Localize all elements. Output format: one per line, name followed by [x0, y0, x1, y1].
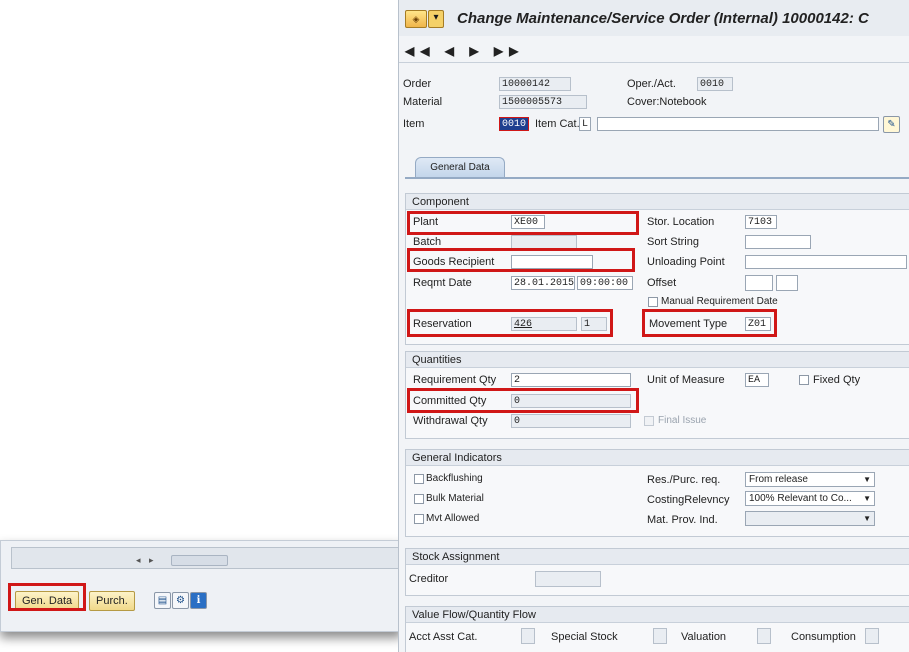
record-navigation[interactable]: ◀◀ ◀ ▶ ▶▶	[405, 44, 524, 58]
material-label: Material	[403, 96, 443, 108]
order-field: 10000142	[499, 77, 571, 91]
costing-relevancy-value: 100% Relevant to Co...	[749, 493, 852, 504]
batch-field	[511, 235, 577, 249]
plant-field[interactable]: XE00	[511, 215, 545, 229]
stock-assignment-title: Stock Assignment	[406, 549, 909, 565]
window-title: Change Maintenance/Service Order (Intern…	[457, 10, 869, 27]
final-issue-checkbox	[644, 416, 654, 426]
sort-string-label: Sort String	[647, 236, 699, 248]
mat-prov-dropdown[interactable]: ▼	[745, 511, 875, 526]
offset-field[interactable]	[745, 275, 773, 291]
info-icon[interactable]: i	[190, 592, 207, 609]
movement-type-label: Movement Type	[649, 318, 728, 330]
committed-qty-field: 0	[511, 394, 631, 408]
valuation-field	[757, 628, 771, 644]
committed-qty-label: Committed Qty	[413, 395, 487, 407]
purch-button[interactable]: Purch.	[89, 591, 135, 611]
chevron-down-icon: ▼	[863, 475, 871, 484]
fixed-qty-checkbox[interactable]	[799, 375, 809, 385]
manual-requirement-date-label: Manual Requirement Date	[661, 296, 778, 307]
requirement-qty-label: Requirement Qty	[413, 374, 497, 386]
unloading-point-label: Unloading Point	[647, 256, 725, 268]
item-text-field[interactable]	[597, 117, 879, 131]
manual-requirement-date-checkbox[interactable]	[648, 297, 658, 307]
unit-of-measure-field[interactable]: EA	[745, 373, 769, 387]
reservation-item-field: 1	[581, 317, 607, 331]
dropdown-icon[interactable]: ▾	[428, 10, 444, 28]
withdrawal-qty-label: Withdrawal Qty	[413, 415, 488, 427]
quantities-title: Quantities	[406, 352, 909, 368]
chevron-down-icon: ▼	[863, 514, 871, 523]
reqmt-time-field[interactable]: 09:00:00	[577, 276, 633, 290]
sort-string-field[interactable]	[745, 235, 811, 249]
acct-asst-cat-label: Acct Asst Cat.	[409, 631, 478, 643]
material-description: Cover:Notebook	[627, 96, 707, 108]
acct-asst-cat-field	[521, 628, 535, 644]
special-stock-field	[653, 628, 667, 644]
divider	[399, 62, 909, 63]
bulk-material-label: Bulk Material	[426, 493, 484, 504]
goods-recipient-field[interactable]	[511, 255, 593, 269]
backflushing-label: Backflushing	[426, 473, 483, 484]
special-stock-label: Special Stock	[551, 631, 618, 643]
component-title: Component	[406, 194, 909, 210]
withdrawal-qty-field: 0	[511, 414, 631, 428]
stock-assignment-group: Stock Assignment	[405, 548, 909, 596]
reqmt-date-label: Reqmt Date	[413, 277, 472, 289]
material-field: 1500005573	[499, 95, 587, 109]
background-window: ◂ ▸ Gen. Data Purch. ▤ ⚙ i	[0, 540, 402, 632]
reqmt-date-field[interactable]: 28.01.2015	[511, 276, 575, 290]
res-purc-value: From release	[749, 474, 808, 485]
consumption-field	[865, 628, 879, 644]
reservation-label: Reservation	[413, 318, 472, 330]
scroll-arrows[interactable]: ◂ ▸	[136, 555, 157, 566]
itemcat-field[interactable]: L	[579, 117, 591, 131]
movement-type-field[interactable]: Z01	[745, 317, 771, 331]
goods-recipient-label: Goods Recipient	[413, 256, 495, 268]
plant-label: Plant	[413, 216, 439, 228]
tab-general-data[interactable]: General Data	[415, 157, 505, 178]
reservation-field[interactable]: 426	[511, 317, 577, 331]
mat-prov-label: Mat. Prov. Ind.	[647, 514, 718, 526]
fixed-qty-label: Fixed Qty	[813, 374, 861, 386]
stor-location-label: Stor. Location	[647, 216, 715, 228]
menu-icon[interactable]: ◈	[405, 10, 427, 28]
itemcat-label: Item Cat.	[535, 118, 580, 130]
costing-relevancy-dropdown[interactable]: 100% Relevant to Co... ▼	[745, 491, 875, 506]
tab-underline	[405, 177, 909, 179]
creditor-field	[535, 571, 601, 587]
requirement-qty-field[interactable]: 2	[511, 373, 631, 387]
general-indicators-title: General Indicators	[406, 450, 909, 466]
unit-of-measure-label: Unit of Measure	[647, 374, 725, 386]
final-issue-label: Final Issue	[658, 415, 707, 426]
costing-relevancy-label: CostingRelevncy	[647, 494, 730, 506]
order-label: Order	[403, 78, 432, 90]
item-field[interactable]: 0010	[499, 117, 529, 131]
mvt-allowed-label: Mvt Allowed	[426, 513, 480, 524]
res-purc-label: Res./Purc. req.	[647, 474, 721, 486]
structure-icon[interactable]: ⚙	[172, 592, 189, 609]
edit-text-icon[interactable]: ✎	[883, 116, 900, 133]
chevron-down-icon: ▼	[863, 494, 871, 503]
order-window: ◈ ▾ Change Maintenance/Service Order (In…	[398, 0, 909, 652]
offset-label: Offset	[647, 277, 677, 289]
valuation-label: Valuation	[681, 631, 727, 643]
offset-unit-field[interactable]	[776, 275, 798, 291]
res-purc-dropdown[interactable]: From release ▼	[745, 472, 875, 487]
stor-location-field[interactable]: 7103	[745, 215, 777, 229]
operact-field: 0010	[697, 77, 733, 91]
detail-icon[interactable]: ▤	[154, 592, 171, 609]
creditor-label: Creditor	[409, 573, 449, 585]
consumption-label: Consumption	[791, 631, 856, 643]
unloading-point-field[interactable]	[745, 255, 907, 269]
value-flow-title: Value Flow/Quantity Flow	[406, 607, 909, 623]
operact-label: Oper./Act.	[627, 78, 676, 90]
batch-label: Batch	[413, 236, 442, 248]
backflushing-checkbox[interactable]	[414, 474, 424, 484]
item-label: Item	[403, 118, 425, 130]
mvt-allowed-checkbox[interactable]	[414, 514, 424, 524]
scrollbar-thumb[interactable]	[171, 555, 228, 566]
gen-data-button[interactable]: Gen. Data	[15, 591, 80, 611]
bulk-material-checkbox[interactable]	[414, 494, 424, 504]
